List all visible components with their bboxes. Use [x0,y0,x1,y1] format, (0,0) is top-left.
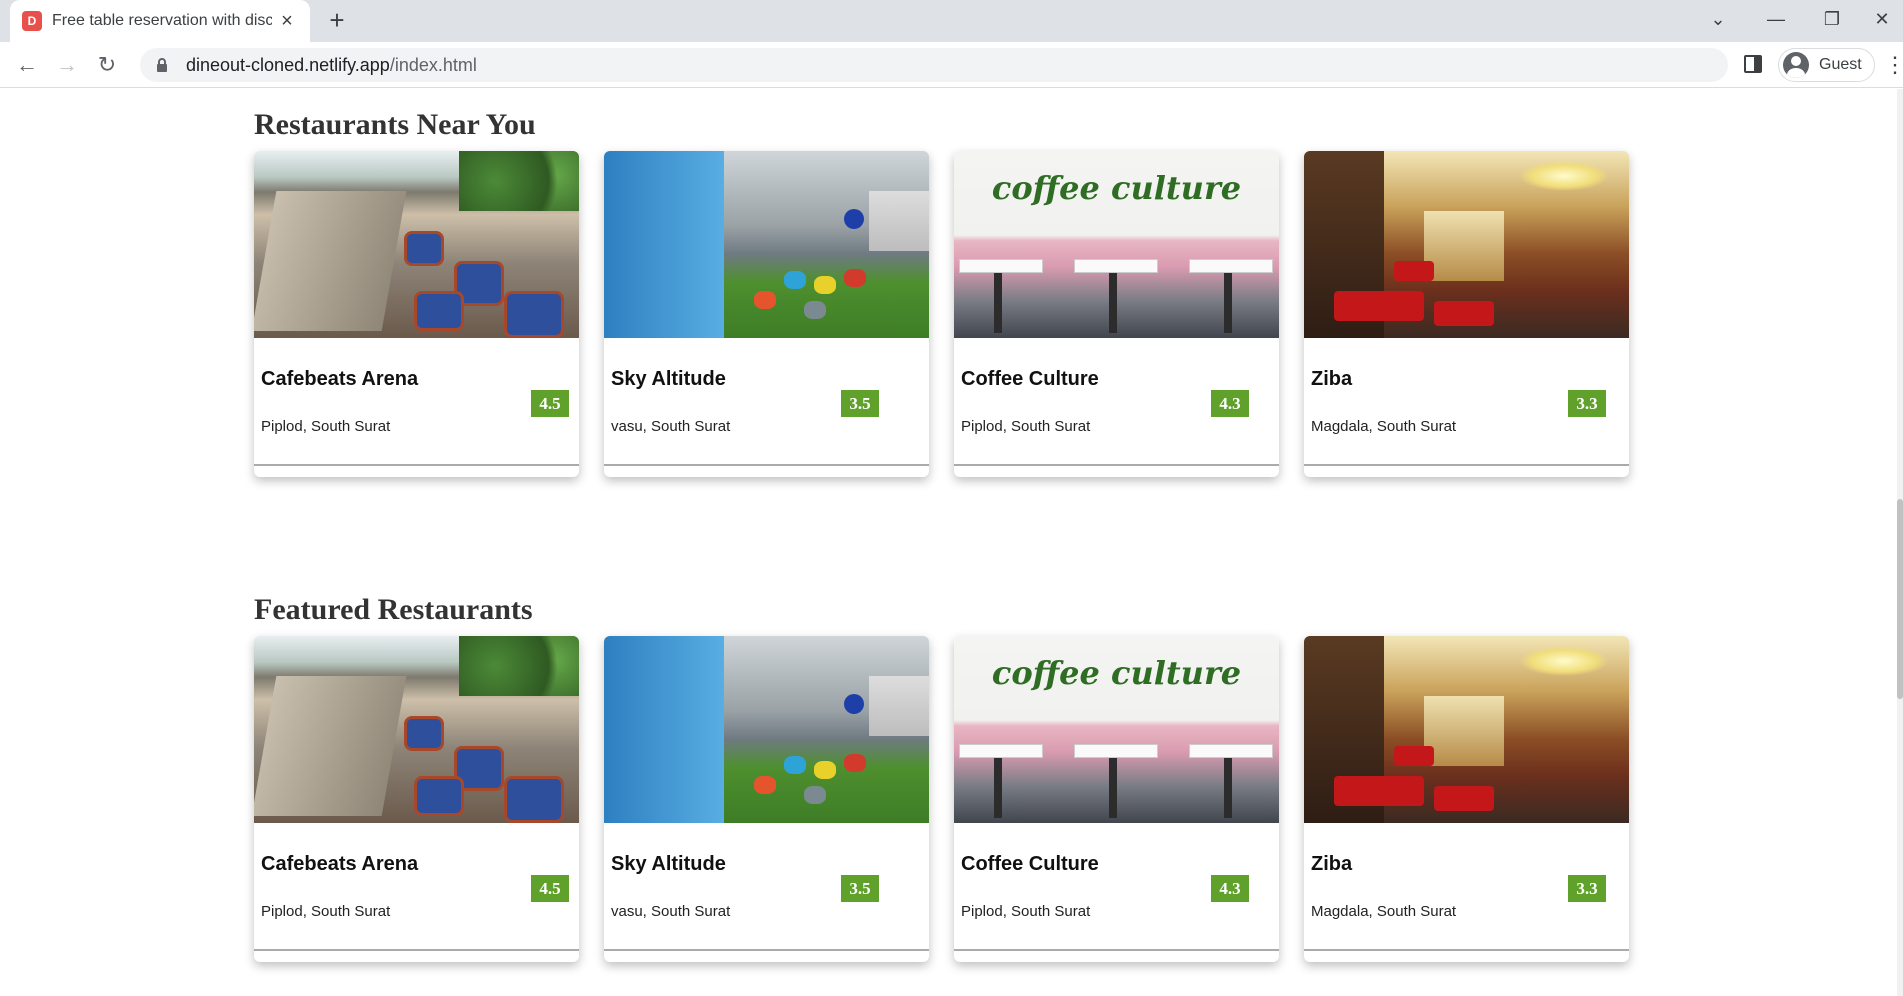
restaurant-image[interactable] [604,151,929,338]
tab-close-icon[interactable]: × [276,10,298,33]
scrollbar-thumb[interactable] [1897,499,1903,699]
page-scrollbar[interactable] [1897,89,1903,996]
section-restaurants-near-you: Restaurants Near You Cafebeats Arena 4.5… [254,105,1634,477]
restaurant-image[interactable]: coffee culture [954,151,1279,338]
restaurant-location: Piplod, South Surat [961,418,1091,435]
rating-badge: 3.3 [1568,875,1606,902]
restaurant-location: Magdala, South Surat [1311,418,1457,435]
coffee-culture-logo: coffee culture [991,654,1242,692]
restaurant-location: vasu, South Surat [611,418,731,435]
restaurant-name[interactable]: Ziba [1311,853,1352,876]
rating-badge: 4.5 [531,390,569,417]
page-content: Restaurants Near You Cafebeats Arena 4.5… [0,89,1903,996]
minimize-icon[interactable]: — [1756,4,1796,34]
section-featured-restaurants: Featured Restaurants Cafebeats Arena 4.5… [254,590,1634,962]
rating-badge: 3.5 [841,390,879,417]
close-window-icon[interactable]: ✕ [1862,4,1902,34]
restore-icon[interactable]: ❐ [1812,4,1852,34]
restaurant-image[interactable] [604,636,929,823]
restaurant-name[interactable]: Coffee Culture [961,853,1099,876]
forward-arrow-icon[interactable]: → [52,50,82,80]
restaurant-image[interactable]: coffee culture [954,636,1279,823]
restaurant-name[interactable]: Coffee Culture [961,368,1099,391]
tab-search-chevron-icon[interactable]: ⌄ [1698,4,1738,34]
card-body: Coffee Culture 4.3 Piplod, South Surat [954,338,1279,466]
restaurant-name[interactable]: Sky Altitude [611,853,726,876]
lock-icon [157,58,167,72]
restaurant-card[interactable]: Cafebeats Arena 4.5 Piplod, South Surat [254,636,579,962]
reload-icon[interactable]: ↻ [92,50,122,80]
restaurant-card-list: Cafebeats Arena 4.5 Piplod, South Surat … [254,636,1634,962]
restaurant-location: Piplod, South Surat [261,418,391,435]
restaurant-card[interactable]: Sky Altitude 3.5 vasu, South Surat [604,151,929,477]
restaurant-image[interactable] [1304,151,1629,338]
card-body: Cafebeats Arena 4.5 Piplod, South Surat [254,338,579,466]
restaurant-card[interactable]: coffee culture Coffee Culture 4.3 Piplod… [954,636,1279,962]
card-body: Ziba 3.3 Magdala, South Surat [1304,338,1629,466]
restaurant-name[interactable]: Ziba [1311,368,1352,391]
restaurant-name[interactable]: Cafebeats Arena [261,853,418,876]
restaurant-card-list: Cafebeats Arena 4.5 Piplod, South Surat … [254,151,1634,477]
browser-tab[interactable]: D Free table reservation with disco × [10,0,310,42]
card-body: Ziba 3.3 Magdala, South Surat [1304,823,1629,951]
restaurant-image[interactable] [1304,636,1629,823]
restaurant-image[interactable] [254,151,579,338]
address-bar[interactable]: dineout-cloned.netlify.app/index.html [140,48,1728,82]
section-title: Featured Restaurants [254,593,533,626]
section-title: Restaurants Near You [254,108,536,141]
profile-name: Guest [1819,56,1862,73]
url-path: /index.html [389,54,477,75]
rating-badge: 4.5 [531,875,569,902]
restaurant-card[interactable]: Cafebeats Arena 4.5 Piplod, South Surat [254,151,579,477]
restaurant-card[interactable]: coffee culture Coffee Culture 4.3 Piplod… [954,151,1279,477]
browser-tab-bar: D Free table reservation with disco × + … [0,0,1903,42]
tab-title: Free table reservation with disco [52,12,272,29]
card-body: Sky Altitude 3.5 vasu, South Surat [604,338,929,466]
restaurant-name[interactable]: Cafebeats Arena [261,368,418,391]
coffee-culture-logo: coffee culture [991,169,1242,207]
restaurant-location: Piplod, South Surat [961,903,1091,920]
side-panel-icon[interactable] [1744,55,1762,73]
avatar-icon [1783,52,1809,78]
back-arrow-icon[interactable]: ← [12,50,42,80]
restaurant-name[interactable]: Sky Altitude [611,368,726,391]
rating-badge: 3.3 [1568,390,1606,417]
browser-toolbar: ← → ↻ dineout-cloned.netlify.app/index.h… [0,42,1903,88]
restaurant-card[interactable]: Ziba 3.3 Magdala, South Surat [1304,636,1629,962]
restaurant-location: Magdala, South Surat [1311,903,1457,920]
dineout-favicon-icon: D [22,11,42,31]
card-body: Sky Altitude 3.5 vasu, South Surat [604,823,929,951]
restaurant-location: vasu, South Surat [611,903,731,920]
restaurant-location: Piplod, South Surat [261,903,391,920]
restaurant-card[interactable]: Ziba 3.3 Magdala, South Surat [1304,151,1629,477]
browser-menu-icon[interactable]: ⋮ [1884,50,1903,80]
card-body: Coffee Culture 4.3 Piplod, South Surat [954,823,1279,951]
card-body: Cafebeats Arena 4.5 Piplod, South Surat [254,823,579,951]
profile-button[interactable]: Guest [1778,48,1875,82]
rating-badge: 3.5 [841,875,879,902]
restaurant-image[interactable] [254,636,579,823]
rating-badge: 4.3 [1211,390,1249,417]
restaurant-card[interactable]: Sky Altitude 3.5 vasu, South Surat [604,636,929,962]
new-tab-button[interactable]: + [322,6,352,36]
url-host: dineout-cloned.netlify.app [186,54,390,75]
rating-badge: 4.3 [1211,875,1249,902]
